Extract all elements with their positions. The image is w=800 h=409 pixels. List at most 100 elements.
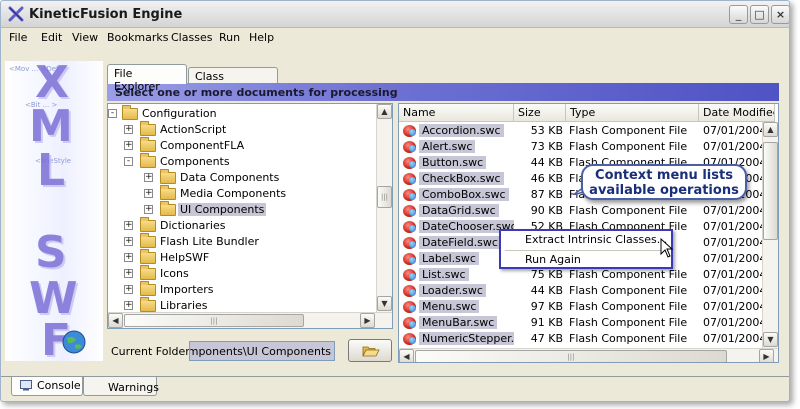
art-letter-l: L [37, 145, 66, 196]
folder-icon [122, 105, 138, 120]
scroll-right-icon[interactable]: ▶ [759, 349, 774, 362]
file-list-vertical-scrollbar[interactable]: ▲ ▼ [762, 122, 778, 348]
collapse-icon[interactable]: - [108, 109, 117, 118]
scroll-left-icon[interactable]: ◀ [108, 313, 123, 328]
folder-icon [160, 201, 176, 216]
menu-help[interactable]: Help [249, 31, 274, 44]
scroll-up-icon[interactable]: ▲ [763, 122, 778, 137]
expand-icon[interactable]: + [124, 301, 133, 310]
expand-icon[interactable]: + [124, 141, 133, 150]
tree-item-helpswf[interactable]: + HelpSWF [108, 249, 376, 266]
cell-size: 47 KB [530, 332, 563, 345]
scroll-down-icon[interactable]: ▼ [377, 296, 392, 311]
column-header-type[interactable]: Type [566, 104, 699, 122]
column-header-size[interactable]: Size [514, 104, 566, 122]
file-name: MenuBar.swc [419, 316, 498, 329]
table-row[interactable]: Accordion.swc 53 KB Flash Component File 07… [399, 123, 775, 139]
table-row[interactable]: NumericStepper.... 47 KB Flash Component F… [399, 331, 775, 347]
expand-icon[interactable]: + [124, 269, 133, 278]
expand-icon[interactable]: + [144, 189, 153, 198]
tree-item-components[interactable]: - Components [108, 153, 376, 170]
callout-line-2: available operations [589, 183, 739, 198]
open-folder-icon [362, 346, 380, 357]
column-header-name[interactable]: Name [399, 104, 514, 122]
table-row[interactable]: MenuBar.swc 91 KB Flash Component File 07/0… [399, 315, 775, 331]
tree-item-media-components[interactable]: + Media Components [108, 185, 376, 202]
tree-item-importers[interactable]: + Importers [108, 281, 376, 298]
expand-icon[interactable]: + [124, 285, 133, 294]
tree-item-configuration[interactable]: - Configuration [108, 105, 376, 122]
tree-item-flash-lite-bundler[interactable]: + Flash Lite Bundler [108, 233, 376, 250]
minimize-button[interactable]: _ [729, 5, 748, 24]
folder-icon [140, 217, 156, 232]
context-menu: Extract Intrinsic Classes... Run Again [499, 229, 673, 269]
tree-vertical-scrollbar[interactable]: ▲ ||| ▼ [376, 104, 392, 312]
swc-file-icon [403, 125, 416, 137]
close-button[interactable]: × [771, 5, 789, 24]
scroll-left-icon[interactable]: ◀ [399, 349, 414, 362]
tree-horizontal-scrollbar[interactable]: ◀ ||| ▶ [108, 312, 392, 328]
menu-item-extract-intrinsic-classes[interactable]: Extract Intrinsic Classes... [503, 231, 669, 249]
table-row[interactable]: DataGrid.swc 90 KB Flash Component File 07/… [399, 203, 775, 219]
tree-item-componentfla[interactable]: + ComponentFLA [108, 137, 376, 154]
tab-warnings[interactable]: Warnings [83, 377, 159, 396]
menu-view[interactable]: View [72, 31, 98, 44]
menu-item-run-again[interactable]: Run Again [503, 251, 669, 269]
expand-icon[interactable]: + [124, 221, 133, 230]
swc-file-icon [403, 237, 416, 249]
scroll-up-icon[interactable]: ▲ [377, 104, 392, 119]
file-name: CheckBox.swc [419, 172, 504, 185]
tab-file-explorer[interactable]: File Explorer [107, 64, 187, 93]
cell-name: NumericStepper.... [419, 332, 514, 345]
scroll-thumb[interactable]: ||| [415, 350, 727, 362]
current-folder-field[interactable]: \Components\UI Components [189, 341, 335, 361]
table-row[interactable]: Alert.swc 73 KB Flash Component File 07/01/… [399, 139, 775, 155]
cell-size: 97 KB [530, 300, 563, 313]
expand-icon[interactable]: + [124, 125, 133, 134]
cell-size: 90 KB [530, 204, 563, 217]
scroll-down-icon[interactable]: ▼ [763, 332, 778, 347]
tree-item-label: Importers [160, 283, 214, 296]
tree-item-actionscript[interactable]: + ActionScript [108, 121, 376, 138]
maximize-button[interactable]: □ [750, 5, 769, 24]
scroll-thumb[interactable]: ||| [124, 314, 304, 327]
menu-run[interactable]: Run [219, 31, 240, 44]
menu-bookmarks[interactable]: Bookmarks [107, 31, 168, 44]
folder-icon [140, 233, 156, 248]
expand-icon[interactable]: + [124, 237, 133, 246]
tab-console[interactable]: Console [11, 377, 83, 396]
cell-name: Alert.swc [419, 140, 514, 153]
cell-size: 46 KB [530, 172, 563, 185]
table-row[interactable]: List.swc 75 KB Flash Component File 07/01/2… [399, 267, 775, 283]
menu-file[interactable]: File [9, 31, 27, 44]
collapse-icon[interactable]: - [124, 157, 133, 166]
tree-item-icons[interactable]: + Icons [108, 265, 376, 282]
browse-folder-button[interactable] [348, 339, 392, 362]
app-logo-icon [8, 6, 24, 22]
expand-icon[interactable]: + [144, 173, 153, 182]
console-icon [20, 380, 32, 391]
cell-type: Flash Component File [569, 332, 688, 345]
menu-classes[interactable]: Classes [171, 31, 212, 44]
swc-file-icon [403, 285, 416, 297]
tree-item-label: HelpSWF [160, 251, 210, 264]
folder-icon [140, 265, 156, 280]
table-row[interactable]: Loader.swc 44 KB Flash Component File 07/01… [399, 283, 775, 299]
folder-icon [140, 297, 156, 312]
tree-item-data-components[interactable]: + Data Components [108, 169, 376, 186]
expand-icon[interactable]: + [124, 253, 133, 262]
scroll-thumb[interactable]: ||| [377, 186, 392, 208]
menu-edit[interactable]: Edit [41, 31, 62, 44]
expand-icon[interactable]: + [144, 205, 153, 214]
folder-icon [140, 281, 156, 296]
column-header-date-modified[interactable]: Date Modified [699, 104, 775, 122]
swc-file-icon [403, 253, 416, 265]
scroll-right-icon[interactable]: ▶ [360, 313, 375, 328]
tree-item-dictionaries[interactable]: + Dictionaries [108, 217, 376, 234]
file-name: Button.swc [419, 156, 487, 169]
table-row[interactable]: Menu.swc 97 KB Flash Component File 07/01/2… [399, 299, 775, 315]
file-list-horizontal-scrollbar[interactable]: ◀ ||| ▶ [399, 348, 778, 362]
tree-item-ui-components[interactable]: + UI Components [108, 201, 376, 218]
scroll-thumb[interactable] [763, 142, 778, 240]
swc-file-icon [403, 157, 416, 169]
